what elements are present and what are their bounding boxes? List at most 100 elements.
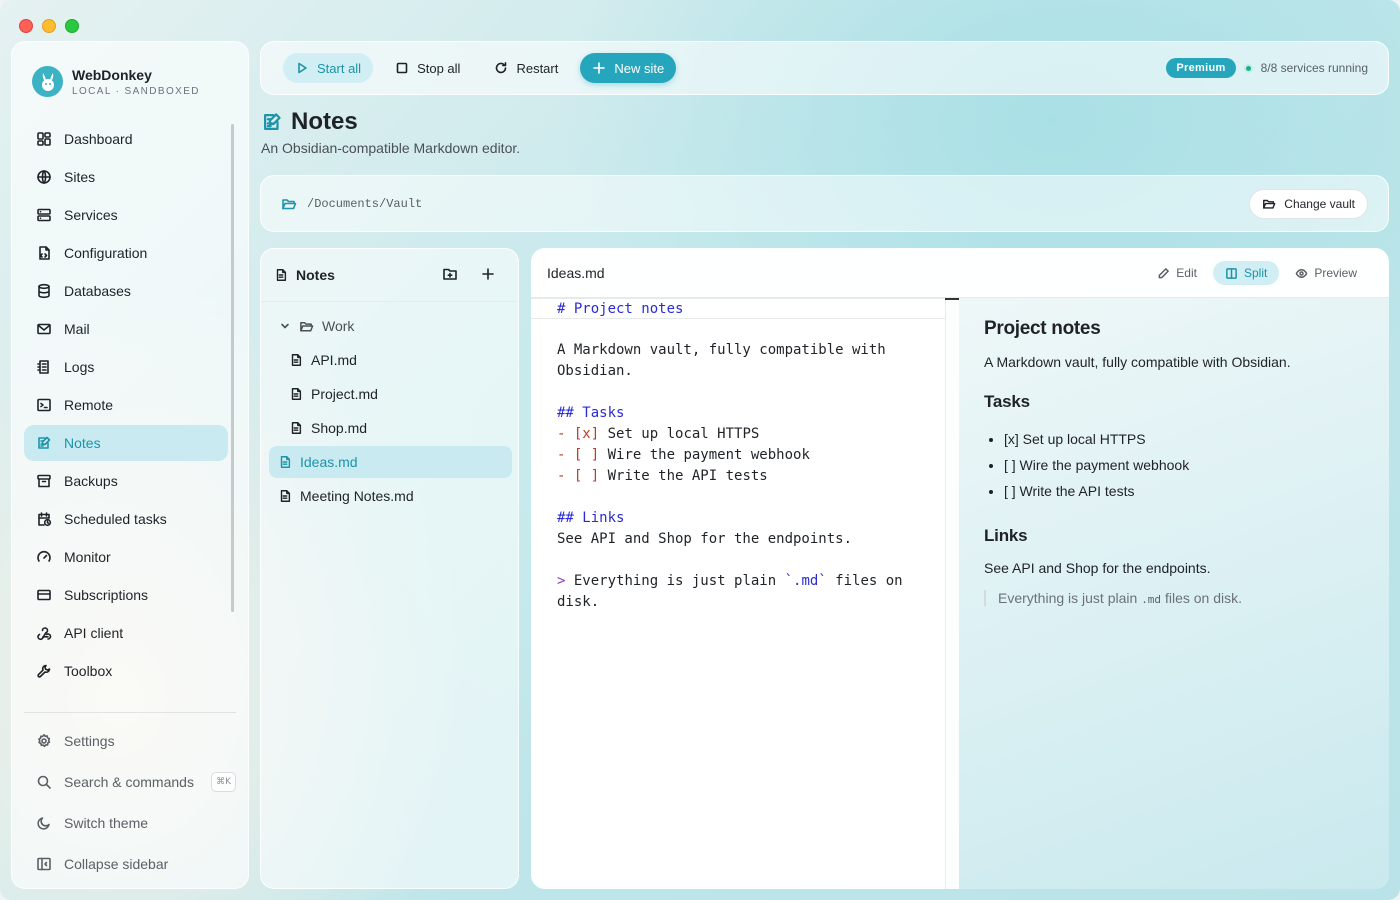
sidebar-item-remote[interactable]: Remote <box>24 387 228 423</box>
preview-task-item: [ ] Write the API tests <box>1004 478 1389 504</box>
file-ideas-md[interactable]: Ideas.md <box>269 446 512 478</box>
file-label: API.md <box>311 352 357 368</box>
folder-open-icon <box>282 199 297 210</box>
shortcut-badge: ⌘K <box>211 771 236 792</box>
source-line: Set up local HTTPS <box>607 426 760 442</box>
sidebar-item-label: Dashboard <box>64 131 133 147</box>
edit-mode-button[interactable]: Edit <box>1145 261 1209 285</box>
columns-icon <box>1226 267 1237 279</box>
sidebar-item-label: Logs <box>64 359 95 375</box>
sidebar-item-api-client[interactable]: API client <box>24 615 228 651</box>
vault-path: /Documents/Vault <box>281 196 422 212</box>
collapse-sidebar-button[interactable]: Collapse sidebar <box>24 844 236 883</box>
file-project-md[interactable]: Project.md <box>269 378 512 410</box>
eye-icon <box>1295 268 1308 278</box>
new-site-label: New site <box>614 60 665 76</box>
sidebar-item-label: Sites <box>64 169 96 185</box>
markdown-source-editor[interactable]: # Project notes A Markdown vault, fully … <box>531 298 959 889</box>
settings-button[interactable]: Settings <box>24 721 236 760</box>
sidebar-item-mail[interactable]: Mail <box>24 311 228 347</box>
wrench-icon <box>37 664 51 678</box>
notes-file-tree: Notes Work API.md Project.md Shop.md Ide… <box>260 248 519 889</box>
search-icon <box>37 775 51 789</box>
brand-subtitle: LOCAL · SANDBOXED <box>72 85 200 97</box>
file-label: Meeting Notes.md <box>300 488 414 504</box>
split-mode-button[interactable]: Split <box>1212 261 1280 285</box>
preview-task-item: [ ] Wire the payment webhook <box>1004 452 1389 478</box>
folder-work[interactable]: Work <box>269 310 512 342</box>
sidebar-item-label: API client <box>64 625 124 641</box>
sidebar-item-notes[interactable]: Notes <box>24 425 228 461</box>
sidebar-item-subscriptions[interactable]: Subscriptions <box>24 577 228 613</box>
logs-icon <box>37 360 49 374</box>
file-api-md[interactable]: API.md <box>269 344 512 376</box>
new-folder-icon[interactable] <box>442 266 458 282</box>
preview-heading-tasks: Tasks <box>984 392 1030 411</box>
file-meeting-notes-md[interactable]: Meeting Notes.md <box>269 480 512 512</box>
sidebar-nav: Dashboard Sites Services Configuration D… <box>24 121 228 691</box>
notes-icon <box>38 436 51 449</box>
sidebar-item-databases[interactable]: Databases <box>24 273 228 309</box>
sidebar-item-label: Scheduled tasks <box>64 511 167 527</box>
sidebar-item-monitor[interactable]: Monitor <box>24 539 228 575</box>
text-cursor <box>945 298 959 300</box>
editor-filename: Ideas.md <box>547 265 605 281</box>
preview-mode-button[interactable]: Preview <box>1283 261 1369 285</box>
webhook-icon <box>37 627 52 641</box>
file-tree-header: Notes <box>261 249 518 302</box>
database-icon <box>38 283 50 299</box>
sidebar-item-backups[interactable]: Backups <box>24 463 228 499</box>
file-icon <box>291 422 302 434</box>
source-line: ## Tasks <box>557 405 625 421</box>
status-dot <box>1243 63 1253 73</box>
file-label: Shop.md <box>311 420 368 436</box>
source-line: disk. <box>557 594 600 610</box>
chevron-down-icon <box>281 323 289 329</box>
quote-text: files on disk. <box>1161 590 1242 606</box>
sidebar-divider <box>24 712 236 713</box>
sidebar-item-toolbox[interactable]: Toolbox <box>24 653 228 689</box>
sidebar-item-scheduled-tasks[interactable]: Scheduled tasks <box>24 501 228 537</box>
search-commands-label: Search & commands <box>64 773 194 790</box>
new-site-button[interactable]: New site <box>580 53 677 83</box>
page-title: Notes <box>261 108 520 136</box>
preview-blockquote: Everything is just plain .md files on di… <box>984 590 1389 606</box>
minimize-window-button[interactable] <box>42 19 56 33</box>
file-icon <box>280 456 291 468</box>
sidebar-item-sites[interactable]: Sites <box>24 159 228 195</box>
restart-button[interactable]: Restart <box>482 53 570 83</box>
preview-heading-links: Links <box>984 526 1028 545</box>
file-label: Project.md <box>311 386 378 402</box>
zoom-window-button[interactable] <box>65 19 79 33</box>
sidebar-item-label: Databases <box>64 283 131 299</box>
sidebar-item-dashboard[interactable]: Dashboard <box>24 121 228 157</box>
sidebar-item-logs[interactable]: Logs <box>24 349 228 385</box>
pencil-icon <box>1158 267 1170 278</box>
close-window-button[interactable] <box>19 19 33 33</box>
start-all-button[interactable]: Start all <box>283 53 374 83</box>
new-note-icon[interactable] <box>480 266 496 282</box>
sidebar-item-services[interactable]: Services <box>24 197 228 233</box>
change-vault-button[interactable]: Change vault <box>1249 189 1368 219</box>
file-tree-title: Notes <box>296 267 335 283</box>
toolbar: Start all Stop all Restart New site Prem… <box>260 41 1389 95</box>
sidebar-item-label: Backups <box>64 473 118 489</box>
terminal-icon <box>37 398 51 412</box>
preview-task-list: [x] Set up local HTTPS [ ] Wire the paym… <box>984 426 1389 504</box>
gauge-icon <box>37 550 51 562</box>
sidebar-item-label: Mail <box>64 321 90 337</box>
sidebar-scrollbar[interactable] <box>231 124 234 612</box>
source-line: Everything is just plain <box>565 573 785 589</box>
restart-label: Restart <box>516 60 559 76</box>
search-commands-button[interactable]: Search & commands ⌘K <box>24 762 236 801</box>
task-marker: [ ] <box>573 468 600 484</box>
stop-all-button[interactable]: Stop all <box>383 53 472 83</box>
file-shop-md[interactable]: Shop.md <box>269 412 512 444</box>
sidebar-item-label: Toolbox <box>64 663 113 679</box>
sidebar-item-configuration[interactable]: Configuration <box>24 235 228 271</box>
file-icon <box>276 269 287 281</box>
switch-theme-button[interactable]: Switch theme <box>24 803 236 842</box>
vault-path-text: /Documents/Vault <box>307 197 423 211</box>
file-tree-list: Work API.md Project.md Shop.md Ideas.md … <box>269 310 512 514</box>
stop-icon <box>396 62 408 74</box>
